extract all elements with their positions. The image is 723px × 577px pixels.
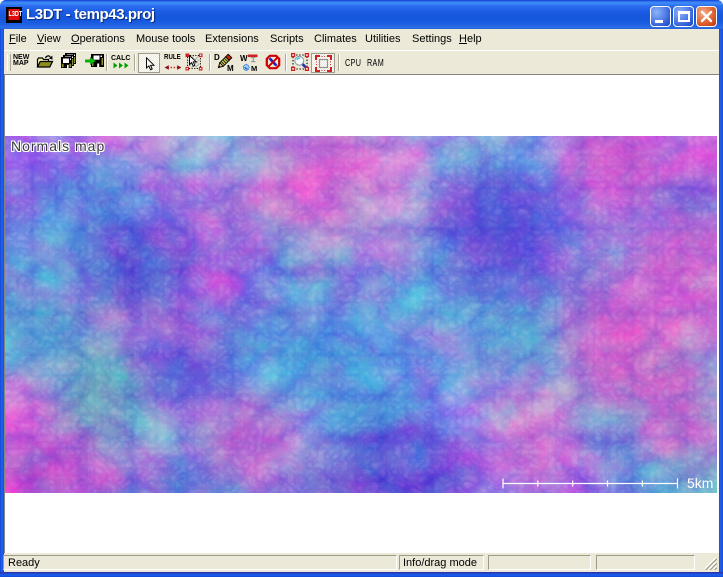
svg-text:M: M bbox=[227, 64, 234, 72]
svg-text:D: D bbox=[214, 53, 220, 62]
svg-text:5km: 5km bbox=[687, 475, 713, 491]
svg-text:M: M bbox=[251, 64, 257, 72]
svg-text:W: W bbox=[240, 54, 248, 63]
